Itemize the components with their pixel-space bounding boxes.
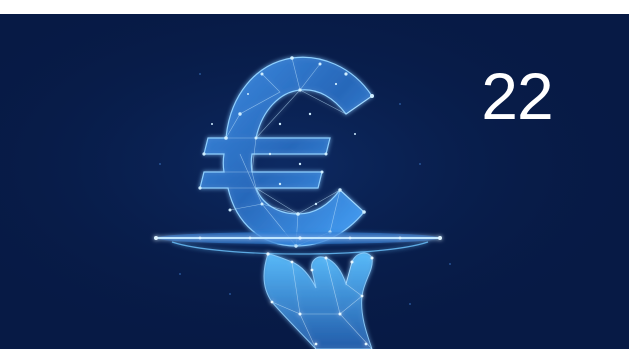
top-white-strip bbox=[0, 0, 629, 14]
page-number: 22 bbox=[481, 59, 553, 133]
slide-background: 22 bbox=[0, 14, 629, 349]
